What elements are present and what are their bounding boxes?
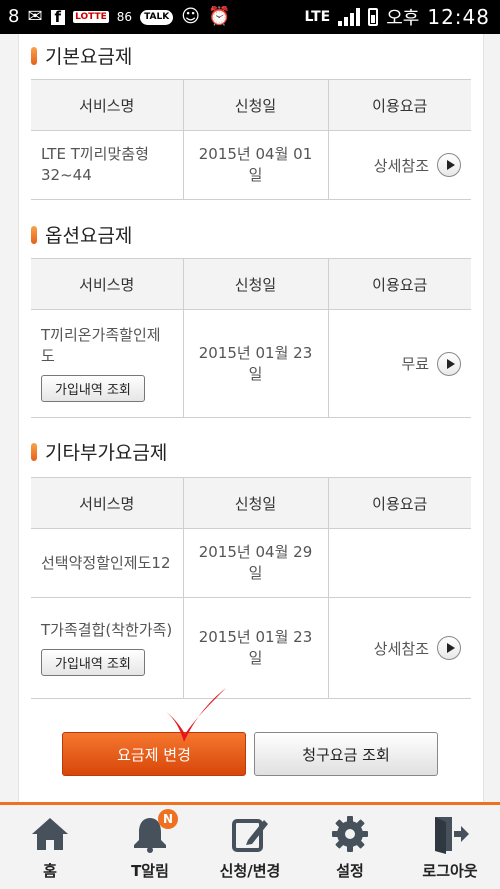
lotte-icon: LOTTE	[73, 11, 109, 23]
col-header-date: 신청일	[182, 477, 329, 529]
arrow-right-icon[interactable]	[437, 153, 461, 177]
service-name: T끼리온가족할인제도	[41, 326, 161, 365]
option-plan-table: 서비스명 신청일 이용요금 T끼리온가족할인제도 가입내역 조회 2015년 0…	[31, 258, 471, 418]
logout-icon	[435, 817, 469, 854]
edit-icon	[232, 819, 268, 852]
new-badge: N	[158, 809, 178, 829]
section-bar	[31, 225, 37, 244]
basic-plan-table: 서비스명 신청일 이용요금 LTE T끼리맞춤형32~44 2015년 04월 …	[31, 79, 471, 200]
status-bar: 8 ✉ f LOTTE 86 TALK ☺ ⏰ LTE 오후 12:48	[0, 0, 500, 34]
col-header-fee: 이용요금	[327, 258, 471, 310]
table-row: T가족결합(착한가족) 가입내역 조회 2015년 01월 23일 상세참조	[31, 597, 471, 699]
section-title-text: 옵션요금제	[45, 225, 133, 247]
fee-detail-link[interactable]: 상세참조	[374, 153, 461, 177]
tab-apply-change[interactable]: 신청/변경	[200, 805, 300, 889]
apply-date: 2015년 01월 23일	[198, 628, 313, 667]
section-title-other: 기타부가요금제	[31, 438, 167, 465]
check-mark-icon	[166, 688, 226, 742]
ampm-label: 오후	[386, 8, 420, 29]
apply-date: 2015년 04월 01일	[198, 145, 313, 184]
gear-icon	[332, 816, 368, 852]
col-header-fee: 이용요금	[327, 79, 471, 131]
bottom-tab-bar: 홈 N T알림 신청/변경 설정 로그아웃	[0, 802, 500, 889]
fee-detail-link[interactable]: 무료	[401, 351, 461, 376]
tab-label: 로그아웃	[422, 862, 478, 880]
clock: 12:48	[427, 5, 490, 29]
apply-date: 2015년 04월 29일	[198, 543, 313, 582]
section-title-text: 기본요금제	[45, 46, 133, 68]
tab-label: T알림	[131, 862, 169, 880]
col-header-fee: 이용요금	[327, 477, 471, 529]
8-icon: 8	[8, 6, 20, 27]
talk-icon: TALK	[140, 9, 174, 25]
tab-notifications[interactable]: N T알림	[100, 805, 200, 889]
col-header-date: 신청일	[182, 79, 329, 131]
subscription-history-button[interactable]: 가입내역 조회	[41, 649, 145, 676]
other-plan-table: 서비스명 신청일 이용요금 선택약정할인제도12 2015년 04월 29일 T…	[31, 477, 471, 699]
content-area[interactable]: 기본요금제 서비스명 신청일 이용요금 LTE T끼리맞춤형32~44 2015…	[0, 34, 500, 802]
arrow-right-icon[interactable]	[437, 351, 461, 376]
mail-icon: ✉	[27, 6, 43, 27]
tab-home[interactable]: 홈	[0, 805, 100, 889]
billing-query-button[interactable]: 청구요금 조회	[254, 732, 438, 776]
subscription-history-button[interactable]: 가입내역 조회	[41, 375, 145, 402]
signal-icon	[338, 8, 361, 26]
col-header-service: 서비스명	[31, 477, 184, 529]
service-name: LTE T끼리맞춤형32~44	[41, 145, 149, 184]
alarm-icon: ⏰	[207, 6, 231, 27]
col-header-date: 신청일	[182, 258, 329, 310]
tab-label: 설정	[336, 862, 364, 880]
network-label: LTE	[304, 9, 331, 25]
frog-icon: ☺	[181, 6, 200, 27]
facebook-icon: f	[50, 9, 66, 25]
arrow-right-icon[interactable]	[437, 636, 461, 660]
service-name: T가족결합(착한가족)	[41, 621, 173, 639]
tab-settings[interactable]: 설정	[300, 805, 400, 889]
section-title-text: 기타부가요금제	[45, 442, 168, 464]
home-icon	[32, 818, 68, 850]
plan-card: 기본요금제 서비스명 신청일 이용요금 LTE T끼리맞춤형32~44 2015…	[18, 34, 484, 802]
fee-detail-link[interactable]: 상세참조	[374, 636, 461, 660]
service-name: 선택약정할인제도12	[41, 553, 171, 572]
table-row: 선택약정할인제도12 2015년 04월 29일	[31, 528, 471, 598]
section-title-basic: 기본요금제	[31, 42, 132, 69]
tab-label: 신청/변경	[219, 862, 281, 880]
table-row: LTE T끼리맞춤형32~44 2015년 04월 01일 상세참조	[31, 130, 471, 200]
apply-date: 2015년 01월 23일	[198, 343, 313, 383]
section-bar	[31, 46, 37, 65]
86-app-icon: 86	[116, 10, 133, 24]
section-title-option: 옵션요금제	[31, 221, 132, 248]
battery-icon	[368, 8, 379, 26]
section-bar	[31, 442, 37, 461]
tab-logout[interactable]: 로그아웃	[400, 805, 500, 889]
col-header-service: 서비스명	[31, 258, 184, 310]
table-row: T끼리온가족할인제도 가입내역 조회 2015년 01월 23일 무료	[31, 309, 471, 418]
col-header-service: 서비스명	[31, 79, 184, 131]
tab-label: 홈	[43, 862, 57, 880]
